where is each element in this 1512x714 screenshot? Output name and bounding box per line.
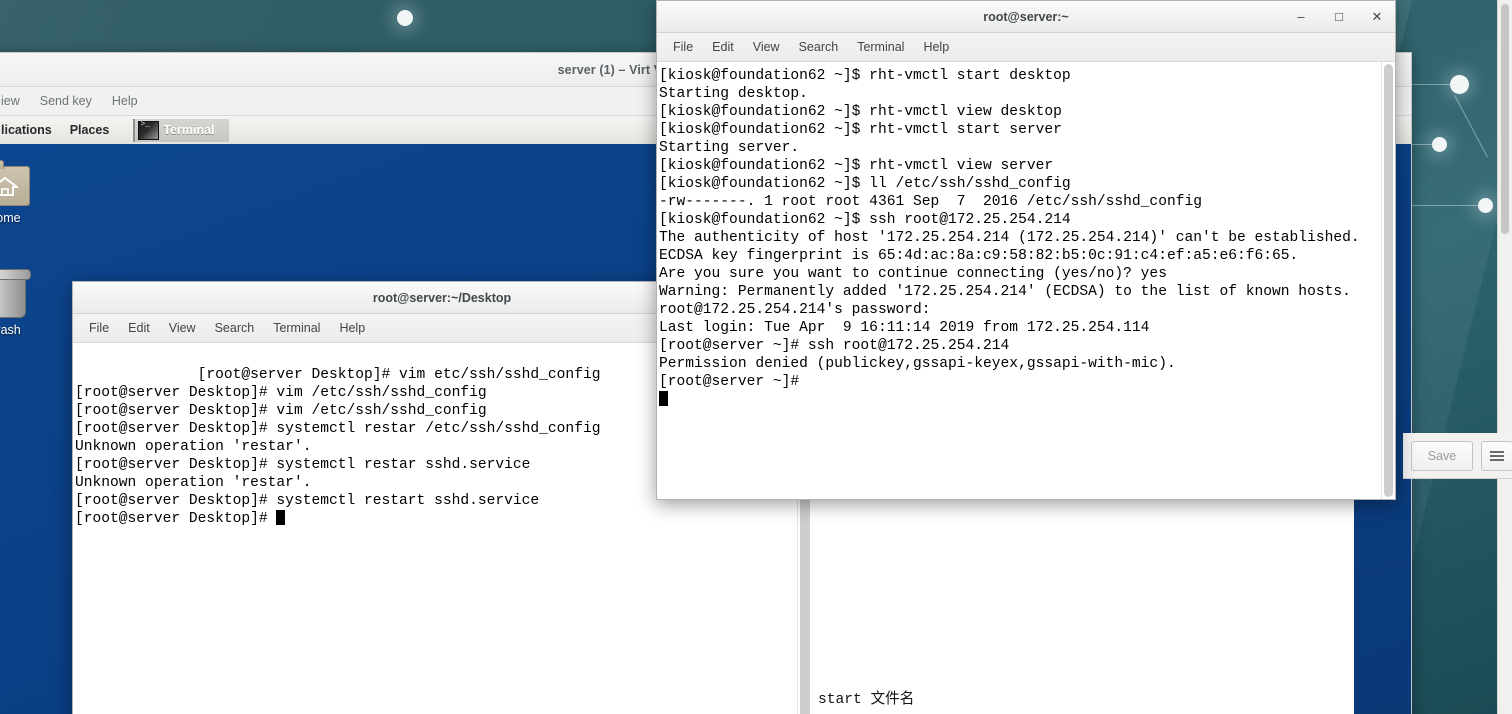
terminal-root-lines: [kiosk@foundation62 ~]$ rht-vmctl start … xyxy=(659,68,1360,390)
menu-view[interactable]: View xyxy=(753,40,780,54)
menu-terminal[interactable]: Terminal xyxy=(857,40,904,54)
virt-viewer-menu-view[interactable]: iew xyxy=(1,94,20,108)
trash-icon xyxy=(0,268,51,318)
terminal-root-title: root@server:~ xyxy=(983,9,1069,24)
menu-terminal[interactable]: Terminal xyxy=(273,321,320,335)
terminal-cursor xyxy=(276,510,286,525)
terminal-desktop-lines: [root@server Desktop]# vim etc/ssh/sshd_… xyxy=(75,367,601,509)
maximize-icon[interactable]: □ xyxy=(1331,9,1347,25)
menu-search[interactable]: Search xyxy=(215,321,255,335)
terminal-root-menubar[interactable]: File Edit View Search Terminal Help xyxy=(657,33,1395,62)
virt-viewer-menu-help[interactable]: Help xyxy=(112,94,138,108)
terminal-icon xyxy=(138,120,160,140)
terminal-root-output: [kiosk@foundation62 ~]$ rht-vmctl start … xyxy=(657,62,1381,499)
home-folder-icon xyxy=(0,156,51,206)
taskbar-item-terminal[interactable]: Terminal xyxy=(133,118,229,142)
screen: server (1) – Virt Viewer iew Send key He… xyxy=(0,0,1512,714)
menu-help[interactable]: Help xyxy=(923,40,949,54)
terminal-cursor xyxy=(659,391,668,406)
panel-places-menu[interactable]: Places xyxy=(70,123,110,137)
virt-viewer-menu-send-key[interactable]: Send key xyxy=(40,94,92,108)
terminal-root-scrollbar-thumb[interactable] xyxy=(1384,64,1393,497)
minimize-icon[interactable]: – xyxy=(1293,9,1309,25)
taskbar-item-label: Terminal xyxy=(163,123,215,137)
menu-file[interactable]: File xyxy=(89,321,109,335)
hamburger-menu-icon[interactable] xyxy=(1481,440,1512,471)
terminal-root-screen[interactable]: [kiosk@foundation62 ~]$ rht-vmctl start … xyxy=(657,62,1395,499)
menu-view[interactable]: View xyxy=(169,321,196,335)
text-editor-content: start 文件名 ### (要密码) fig server的文件 ig 客户端… xyxy=(818,692,915,708)
window-controls[interactable]: – □ ✕ xyxy=(1293,1,1385,32)
menu-edit[interactable]: Edit xyxy=(712,40,734,54)
menu-search[interactable]: Search xyxy=(799,40,839,54)
panel-applications-menu[interactable]: lications xyxy=(1,123,52,137)
terminal-window-root[interactable]: root@server:~ – □ ✕ File Edit View Searc… xyxy=(656,0,1396,500)
menu-edit[interactable]: Edit xyxy=(128,321,150,335)
menu-help[interactable]: Help xyxy=(339,321,365,335)
text-editor-toolbar[interactable]: Save xyxy=(1403,433,1512,479)
close-icon[interactable]: ✕ xyxy=(1369,9,1385,25)
save-button[interactable]: Save xyxy=(1411,440,1473,471)
house-glyph xyxy=(0,176,18,196)
host-scrollbar[interactable] xyxy=(1497,0,1512,714)
menu-file[interactable]: File xyxy=(673,40,693,54)
wallpaper-node xyxy=(397,10,413,26)
host-scrollbar-thumb[interactable] xyxy=(1501,4,1509,234)
terminal-desktop-title: root@server:~/Desktop xyxy=(372,290,512,305)
terminal-desktop-prompt: [root@server Desktop]# xyxy=(75,511,277,527)
desktop-icon-trash[interactable]: Trash xyxy=(0,268,51,337)
terminal-root-titlebar[interactable]: root@server:~ – □ ✕ xyxy=(657,1,1395,33)
terminal-root-scrollbar[interactable] xyxy=(1381,62,1395,499)
desktop-icon-home-label: home xyxy=(0,211,21,225)
desktop-icon-trash-label: Trash xyxy=(0,323,21,337)
desktop-icon-home[interactable]: home xyxy=(0,156,51,225)
